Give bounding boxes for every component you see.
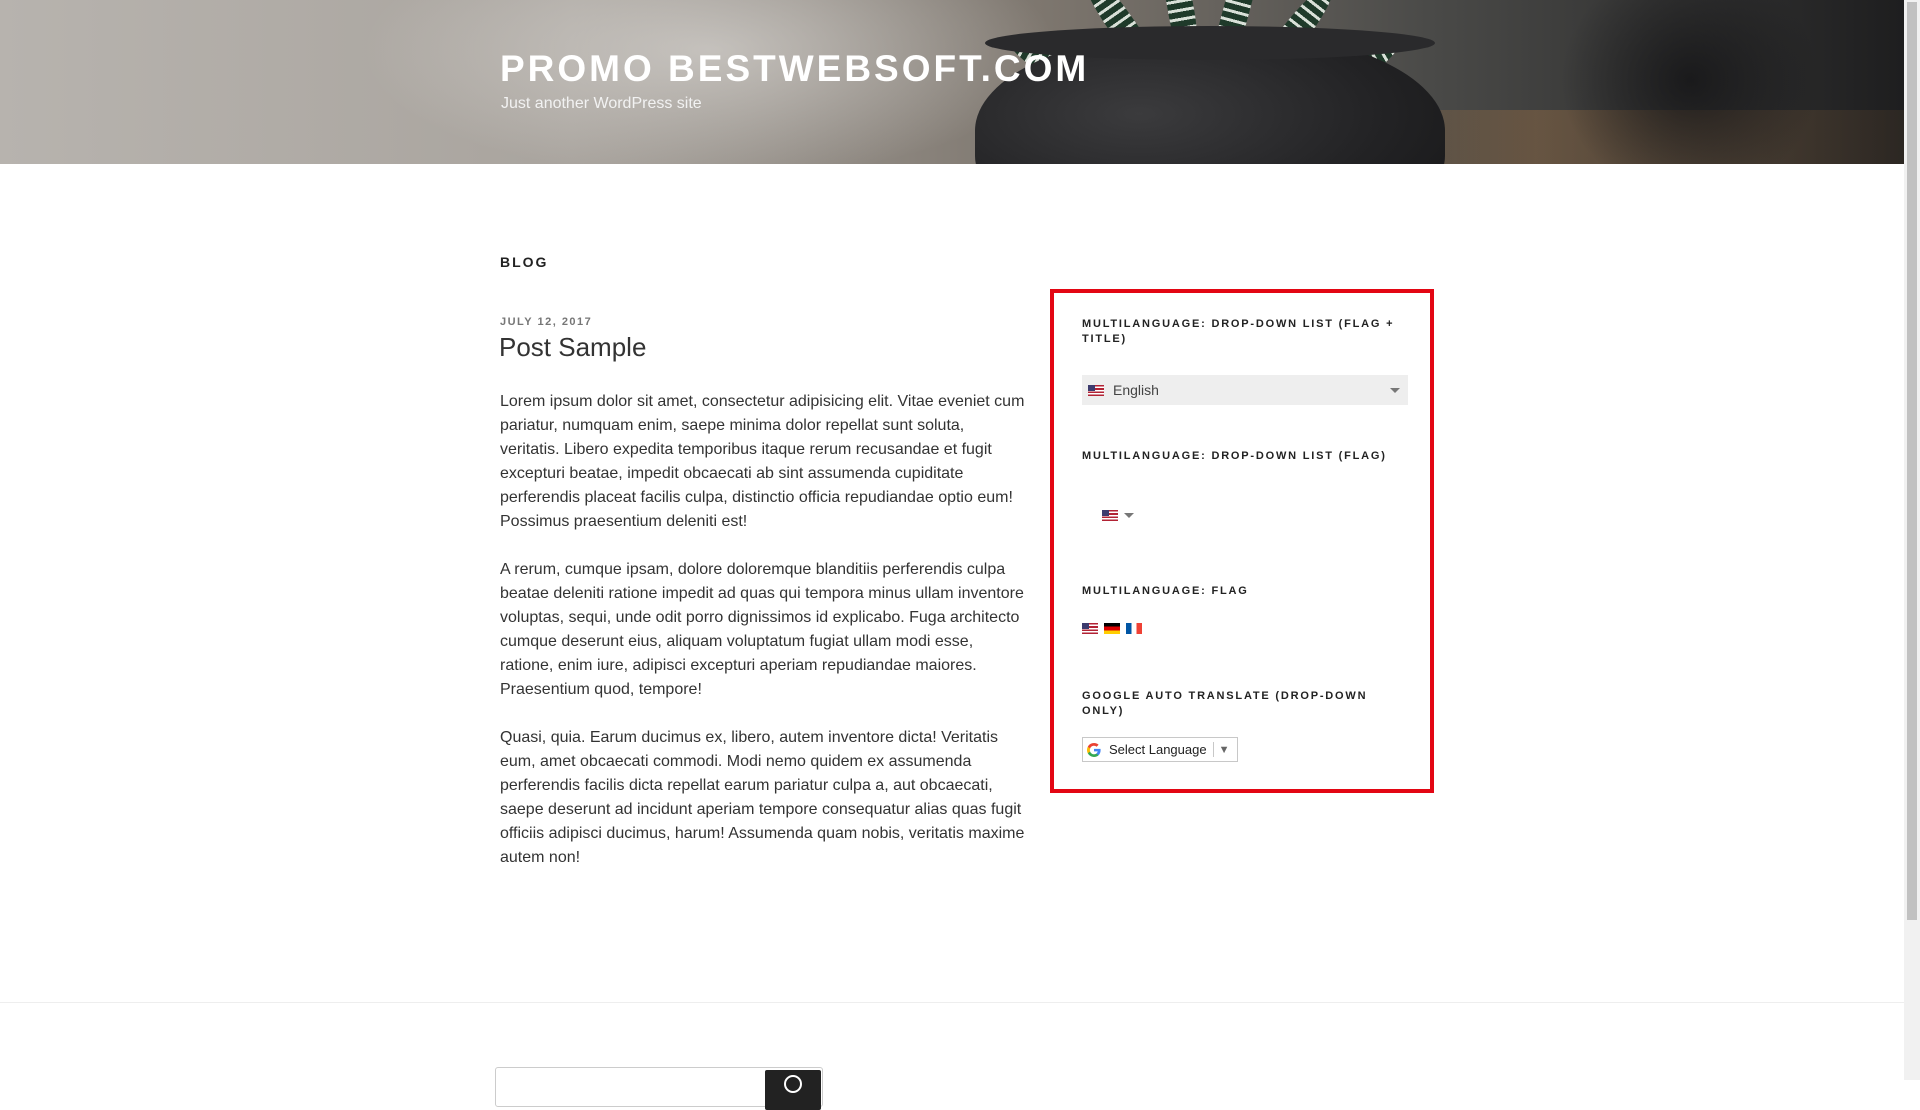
flag-link-german[interactable]	[1104, 623, 1120, 634]
post-paragraph: Lorem ipsum dolor sit amet, consectetur …	[500, 393, 1025, 530]
language-dropdown-flag-title[interactable]: English	[1082, 375, 1408, 405]
widget-title: MULTILANGUAGE: DROP-DOWN LIST (FLAG)	[1082, 450, 1387, 462]
language-dropdown-flag[interactable]	[1102, 505, 1146, 525]
chevron-down-icon	[1124, 512, 1134, 518]
flag-fr-icon	[1126, 623, 1142, 634]
header-background-shadow	[1560, 0, 1820, 164]
widget-title: MULTILANGUAGE: DROP-DOWN LIST (FLAG + TI…	[1082, 318, 1395, 345]
flag-us-icon	[1088, 384, 1104, 396]
flag-us-icon	[1102, 509, 1118, 521]
site-header: PROMO BESTWEBSOFT.COM Just another WordP…	[0, 0, 1904, 164]
google-icon	[1087, 742, 1101, 757]
post-content: Lorem ipsum dolor sit amet, consectetur …	[500, 390, 1028, 894]
site-title-link[interactable]: PROMO BESTWEBSOFT.COM	[500, 48, 1089, 90]
google-translate-dropdown[interactable]: Select Language ▼	[1082, 737, 1238, 762]
post-paragraph: A rerum, cumque ipsam, dolore doloremque…	[500, 561, 1024, 698]
flag-de-icon	[1104, 623, 1120, 634]
post-date-link[interactable]: JULY 12, 2017	[500, 316, 592, 328]
selected-language-label: English	[1113, 382, 1159, 398]
page-title: BLOG	[500, 254, 549, 270]
dropdown-divider	[1212, 742, 1214, 757]
post-paragraph: Quasi, quia. Earum ducimus ex, libero, a…	[500, 729, 1025, 866]
search-button[interactable]	[765, 1070, 821, 1110]
select-language-label: Select Language	[1109, 742, 1207, 757]
post-title-link[interactable]: Post Sample	[499, 332, 646, 363]
flag-link-english[interactable]	[1082, 623, 1098, 634]
flag-link-french[interactable]	[1126, 623, 1142, 634]
chevron-down-icon	[1390, 388, 1400, 393]
flag-us-icon	[1082, 623, 1098, 634]
language-flag-list	[1082, 623, 1142, 634]
footer-divider	[0, 1002, 1904, 1003]
site-description: Just another WordPress site	[501, 95, 702, 112]
sidebar-highlight-box: MULTILANGUAGE: DROP-DOWN LIST (FLAG + TI…	[1050, 289, 1434, 793]
widget-title: MULTILANGUAGE: FLAG	[1082, 585, 1249, 597]
scrollbar-thumb[interactable]	[1907, 2, 1917, 920]
chevron-down-icon: ▼	[1218, 743, 1230, 756]
widget-title: GOOGLE AUTO TRANSLATE (DROP-DOWN ONLY)	[1082, 690, 1368, 717]
search-icon	[784, 1075, 802, 1093]
